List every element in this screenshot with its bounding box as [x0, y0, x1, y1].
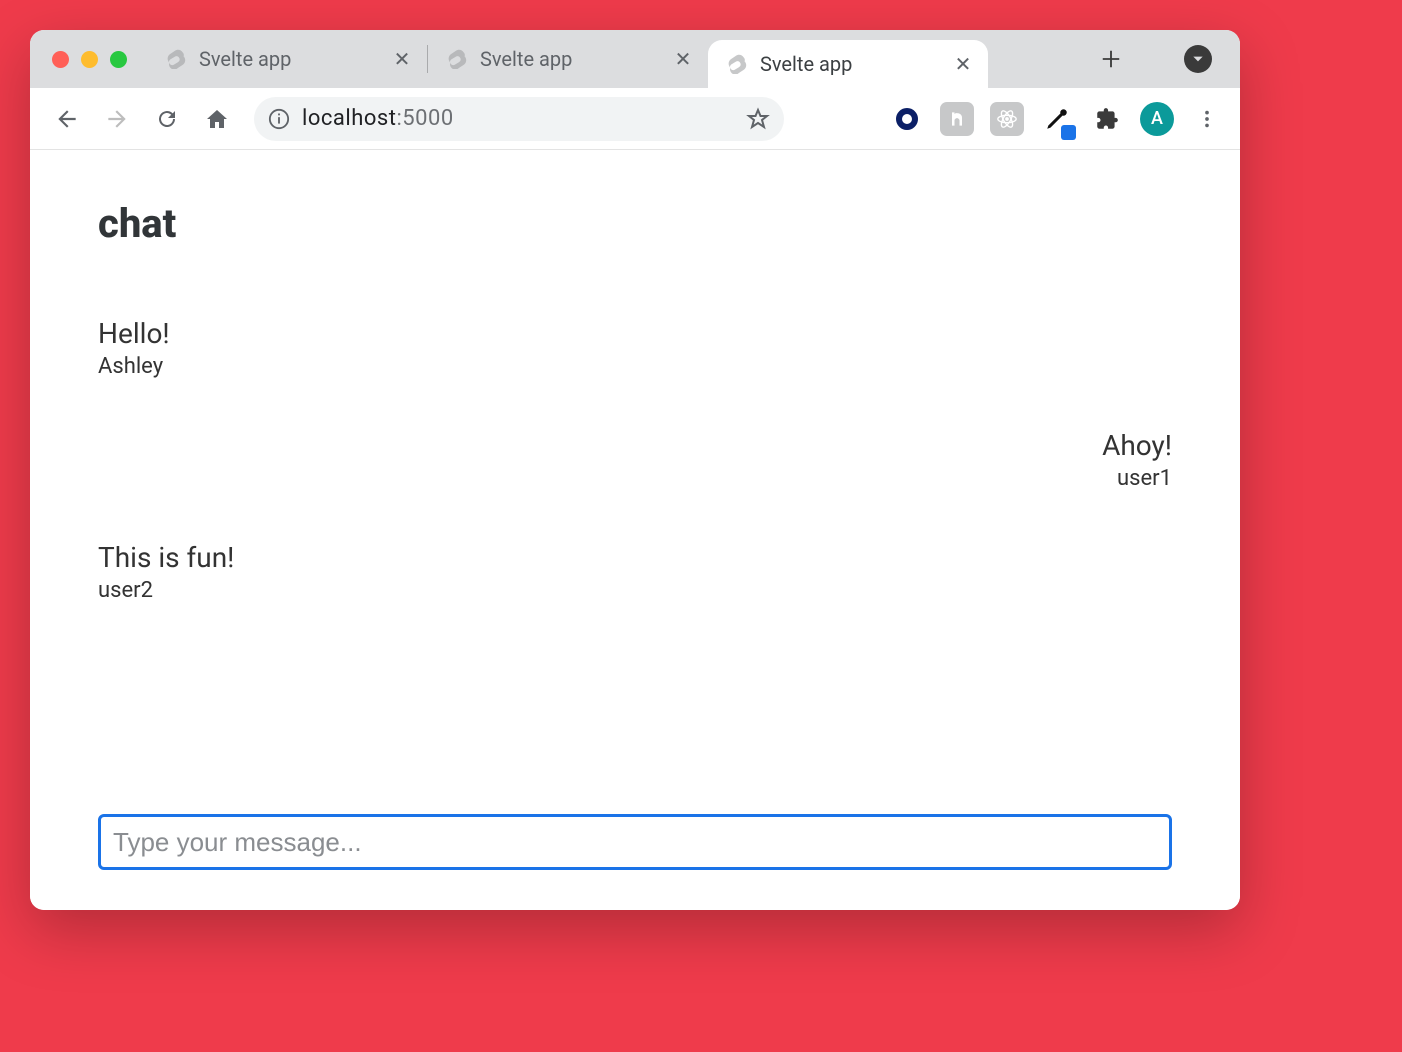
svelte-favicon-icon [726, 53, 748, 75]
colorpicker-swatch [1061, 125, 1076, 140]
home-button[interactable] [196, 98, 238, 140]
tab-1[interactable]: Svelte app ✕ [428, 30, 708, 88]
avatar-letter: A [1151, 108, 1163, 129]
message-text: Ahoy! [98, 429, 1172, 462]
svelte-favicon-icon [446, 48, 468, 70]
message-item: Hello! Ashley [98, 317, 1172, 379]
new-tab-button[interactable] [1094, 42, 1128, 76]
page-content: chat Hello! Ashley Ahoy! user1 This is f… [30, 150, 1240, 910]
tab-title: Svelte app [199, 47, 379, 71]
message-item: This is fun! user2 [98, 541, 1172, 603]
tab-0[interactable]: Svelte app ✕ [147, 30, 427, 88]
message-user: Ashley [98, 354, 1172, 379]
reload-button[interactable] [146, 98, 188, 140]
tab-actions [1066, 42, 1240, 76]
tab-title: Svelte app [760, 52, 940, 76]
tabs-dropdown-button[interactable] [1184, 45, 1212, 73]
tab-title: Svelte app [480, 47, 660, 71]
tab-2-active[interactable]: Svelte app ✕ [708, 40, 988, 88]
window-controls [30, 51, 147, 68]
profile-avatar[interactable]: A [1140, 102, 1174, 136]
tab-close-icon[interactable]: ✕ [391, 47, 413, 71]
extensions-area: A [890, 102, 1224, 136]
message-user: user2 [98, 578, 1172, 603]
tab-close-icon[interactable]: ✕ [952, 52, 974, 76]
url-port: :5000 [396, 106, 453, 131]
tabs: Svelte app ✕ Svelte app ✕ Svelte app ✕ [147, 30, 1066, 88]
forward-button[interactable] [96, 98, 138, 140]
url-text: localhost:5000 [302, 106, 454, 131]
extensions-puzzle-icon[interactable] [1090, 102, 1124, 136]
bookmark-star-icon[interactable] [746, 107, 770, 131]
close-window-button[interactable] [52, 51, 69, 68]
message-user: user1 [98, 466, 1172, 491]
message-input[interactable] [98, 814, 1172, 870]
extension-colorpicker-icon[interactable] [1040, 102, 1074, 136]
browser-menu-button[interactable] [1190, 102, 1224, 136]
extension-circle-icon[interactable] [890, 102, 924, 136]
page-title: chat [98, 200, 1172, 247]
back-button[interactable] [46, 98, 88, 140]
site-info-icon[interactable] [268, 108, 290, 130]
message-item: Ahoy! user1 [98, 429, 1172, 491]
extension-h-icon[interactable] [940, 102, 974, 136]
messages-list: Hello! Ashley Ahoy! user1 This is fun! u… [98, 317, 1172, 814]
browser-window: Svelte app ✕ Svelte app ✕ Svelte app ✕ [30, 30, 1240, 910]
extension-react-icon[interactable] [990, 102, 1024, 136]
maximize-window-button[interactable] [110, 51, 127, 68]
minimize-window-button[interactable] [81, 51, 98, 68]
message-text: This is fun! [98, 541, 1172, 574]
toolbar: localhost:5000 A [30, 88, 1240, 150]
message-text: Hello! [98, 317, 1172, 350]
tab-close-icon[interactable]: ✕ [672, 47, 694, 71]
url-host: localhost [302, 106, 396, 131]
svelte-favicon-icon [165, 48, 187, 70]
tab-strip: Svelte app ✕ Svelte app ✕ Svelte app ✕ [30, 30, 1240, 88]
address-bar[interactable]: localhost:5000 [254, 97, 784, 141]
